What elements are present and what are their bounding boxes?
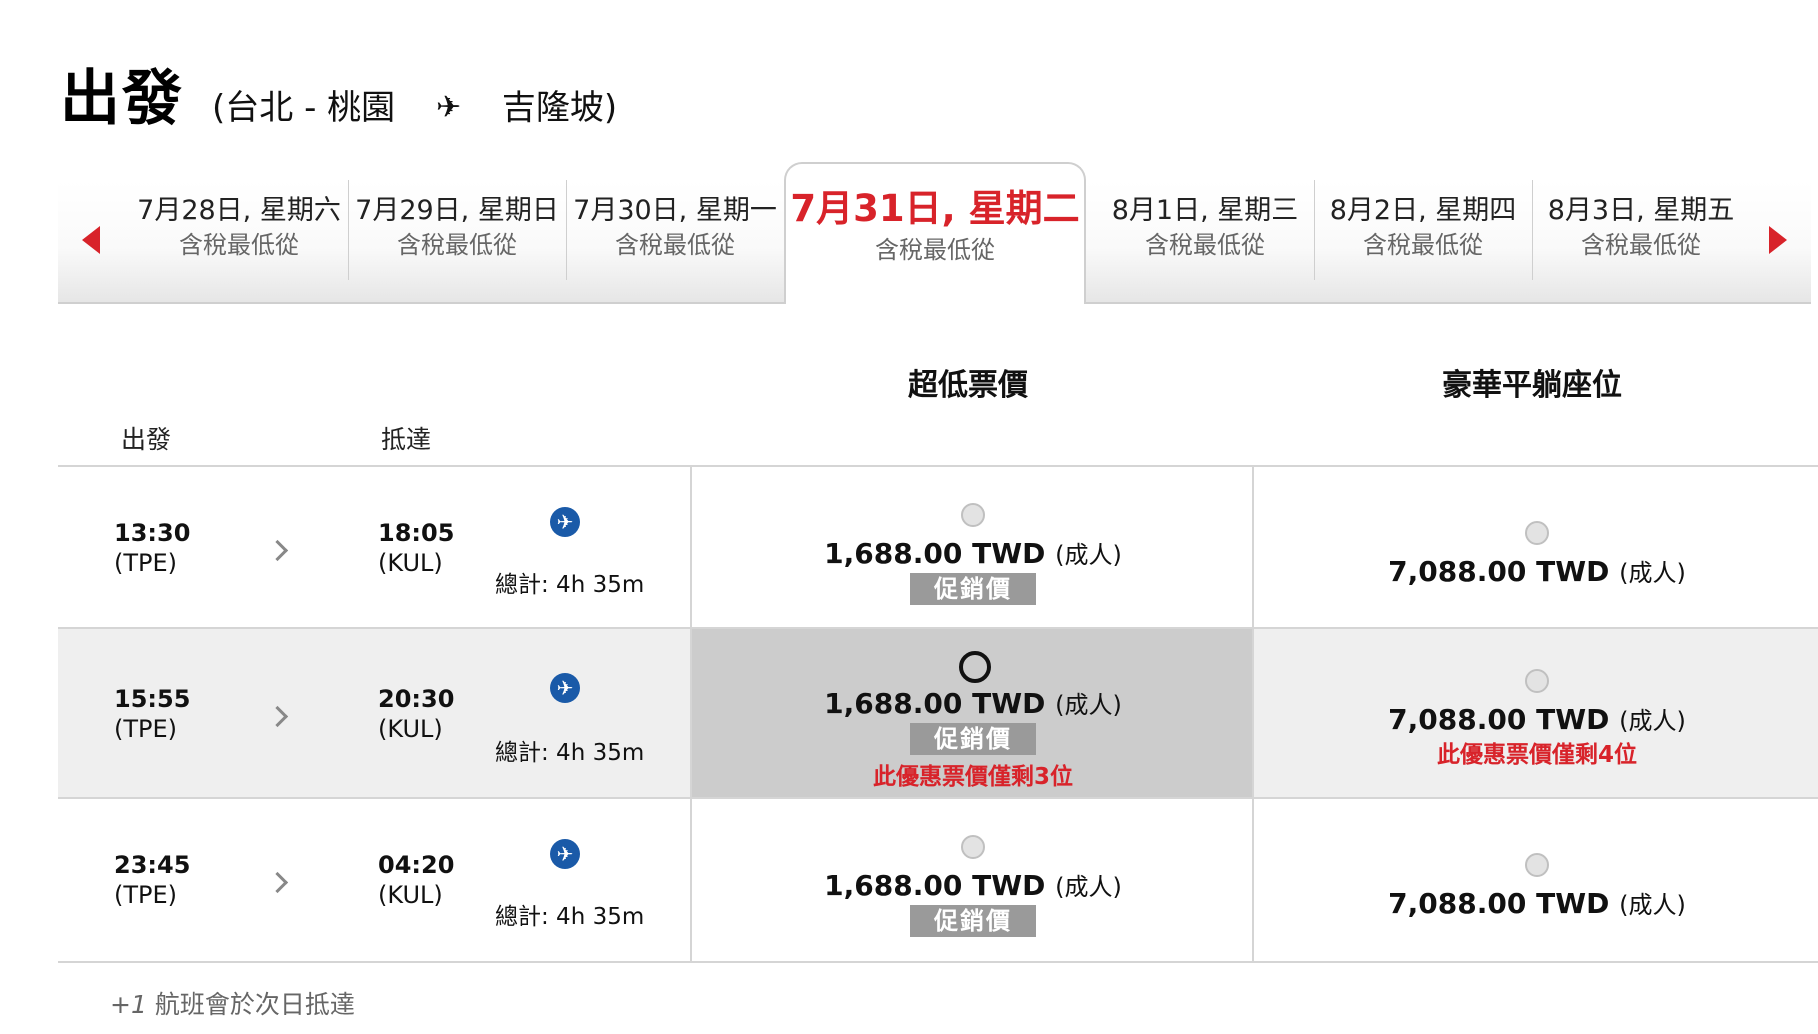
date-tab-1[interactable]: 7月28日, 星期六 含稅最低從 — [130, 180, 349, 280]
fare-passenger-type: (成人) — [1055, 541, 1122, 569]
date-tab-6[interactable]: 8月2日, 星期四 含稅最低從 — [1314, 180, 1533, 280]
date-tab-5[interactable]: 8月1日, 星期三 含稅最低從 — [1096, 180, 1315, 280]
fare-radio-button[interactable] — [961, 503, 985, 527]
fare-column-premium-flatbed: 豪華平躺座位 — [1442, 368, 1622, 403]
fare-column-economy: 超低票價 — [908, 368, 1028, 403]
column-depart: 出發 — [121, 425, 172, 454]
seats-left-notice: 此優惠票價僅剩4位 — [1436, 742, 1637, 768]
date-selector: 7月28日, 星期六 含稅最低從 7月29日, 星期日 含稅最低從 7月30日,… — [58, 162, 1811, 304]
fare-cell-premium[interactable]: 7,088.00 TWD (成人) — [1252, 799, 1818, 961]
date-tab-date: 7月30日, 星期一 — [573, 195, 777, 226]
flight-row: 13:30 (TPE) 18:05 (KUL) ✈ 總計: 4h 35m 1,6… — [58, 465, 1818, 629]
chevron-right-icon — [266, 871, 289, 894]
date-tab-selected[interactable]: 7月31日, 星期二 含稅最低從 — [784, 162, 1086, 304]
departure-airport: (TPE) — [114, 549, 178, 577]
date-tab-date: 7月28日, 星期六 — [137, 195, 341, 226]
flight-info: 15:55 (TPE) 20:30 (KUL) ✈ 總計: 4h 35m — [58, 629, 690, 799]
date-tab-subtitle: 含稅最低從 — [875, 236, 995, 264]
departure-time: 15:55 — [114, 685, 191, 713]
fare-amount: 1,688.00 TWD — [824, 687, 1046, 720]
date-tab-2[interactable]: 7月29日, 星期日 含稅最低從 — [348, 180, 567, 280]
date-tab-date: 7月29日, 星期日 — [355, 195, 559, 226]
fare-amount: 7,088.00 TWD — [1388, 887, 1610, 920]
next-dates-arrow-icon[interactable] — [1769, 226, 1787, 254]
fare-passenger-type: (成人) — [1055, 873, 1122, 901]
date-tab-subtitle: 含稅最低從 — [1363, 231, 1483, 259]
column-arrive: 抵達 — [381, 425, 432, 454]
promo-badge: 促銷價 — [910, 573, 1036, 605]
fare-passenger-type: (成人) — [1619, 559, 1686, 587]
fare-price: 7,088.00 TWD (成人) — [1254, 553, 1818, 588]
arrival-time: 20:30 — [378, 685, 455, 713]
arrival-airport: (KUL) — [378, 881, 443, 909]
flight-duration: 總計: 4h 35m — [495, 572, 645, 598]
previous-dates-arrow-icon[interactable] — [82, 226, 100, 254]
fare-price: 1,688.00 TWD (成人) — [692, 535, 1254, 570]
fare-cell-economy[interactable]: 1,688.00 TWD (成人) 促銷價 此優惠票價僅剩3位 — [690, 629, 1254, 799]
flight-info: 13:30 (TPE) 18:05 (KUL) ✈ 總計: 4h 35m — [58, 467, 690, 629]
seats-left-notice: 此優惠票價僅剩3位 — [872, 764, 1073, 790]
airline-logo-icon: ✈ — [550, 673, 580, 703]
flight-duration: 總計: 4h 35m — [495, 740, 645, 766]
fare-radio-button[interactable] — [1525, 853, 1549, 877]
fare-price: 1,688.00 TWD (成人) — [692, 867, 1254, 902]
fare-amount: 7,088.00 TWD — [1388, 703, 1610, 736]
fare-cell-premium[interactable]: 7,088.00 TWD (成人) 此優惠票價僅剩4位 — [1252, 629, 1818, 799]
fare-passenger-type: (成人) — [1619, 707, 1686, 735]
promo-badge: 促銷價 — [910, 905, 1036, 937]
fare-cell-economy[interactable]: 1,688.00 TWD (成人) 促銷價 — [690, 799, 1254, 961]
route-destination: 吉隆坡) — [501, 88, 618, 128]
next-day-mark: +1 — [110, 990, 147, 1019]
departure-time: 23:45 — [114, 851, 191, 879]
date-tab-3[interactable]: 7月30日, 星期一 含稅最低從 — [566, 180, 785, 280]
date-tab-date: 8月3日, 星期五 — [1547, 195, 1735, 226]
fare-cell-economy[interactable]: 1,688.00 TWD (成人) 促銷價 — [690, 467, 1254, 629]
fare-radio-button[interactable] — [959, 651, 991, 683]
page-title: 出發 — [60, 64, 184, 134]
fare-passenger-type: (成人) — [1619, 891, 1686, 919]
chevron-right-icon — [266, 539, 289, 562]
date-tab-subtitle: 含稅最低從 — [1145, 231, 1265, 259]
arrival-airport: (KUL) — [378, 715, 443, 743]
date-tab-subtitle: 含稅最低從 — [1581, 231, 1701, 259]
fare-cell-premium[interactable]: 7,088.00 TWD (成人) — [1252, 467, 1818, 629]
fare-passenger-type: (成人) — [1055, 691, 1122, 719]
date-tab-subtitle: 含稅最低從 — [615, 231, 735, 259]
page-header: 出發 (台北 - 桃園 ✈ 吉隆坡) — [60, 50, 617, 137]
airline-logo-icon: ✈ — [550, 507, 580, 537]
fare-price: 7,088.00 TWD (成人) — [1254, 885, 1818, 920]
departure-airport: (TPE) — [114, 715, 178, 743]
promo-badge: 促銷價 — [910, 723, 1036, 755]
arrival-airport: (KUL) — [378, 549, 443, 577]
fare-radio-button[interactable] — [1525, 669, 1549, 693]
flight-row: 23:45 (TPE) 04:20 (KUL) ✈ 總計: 4h 35m 1,6… — [58, 797, 1818, 963]
departure-time: 13:30 — [114, 519, 191, 547]
arrival-time: 04:20 — [378, 851, 455, 879]
fare-radio-button[interactable] — [1525, 521, 1549, 545]
departure-airport: (TPE) — [114, 881, 178, 909]
fare-amount: 1,688.00 TWD — [824, 869, 1046, 902]
plane-icon: ✈ — [435, 90, 462, 125]
airline-logo-icon: ✈ — [550, 839, 580, 869]
date-tab-subtitle: 含稅最低從 — [397, 231, 517, 259]
fare-amount: 7,088.00 TWD — [1388, 555, 1610, 588]
arrival-time: 18:05 — [378, 519, 455, 547]
next-day-arrival-note: +1 航班會於次日抵達 — [110, 985, 355, 1021]
date-tab-subtitle: 含稅最低從 — [179, 231, 299, 259]
chevron-right-icon — [266, 705, 289, 728]
route-origin: (台北 - 桃園 — [212, 88, 396, 128]
flight-row: 15:55 (TPE) 20:30 (KUL) ✈ 總計: 4h 35m 1,6… — [58, 627, 1818, 799]
date-tab-date: 8月2日, 星期四 — [1329, 195, 1517, 226]
next-day-text: 航班會於次日抵達 — [154, 990, 355, 1019]
fare-radio-button[interactable] — [961, 835, 985, 859]
fare-price: 1,688.00 TWD (成人) — [692, 685, 1254, 720]
date-tab-date: 7月31日, 星期二 — [790, 187, 1080, 230]
fare-price: 7,088.00 TWD (成人) — [1254, 701, 1818, 736]
flight-duration: 總計: 4h 35m — [495, 904, 645, 930]
date-tab-date: 8月1日, 星期三 — [1111, 195, 1299, 226]
date-tab-7[interactable]: 8月3日, 星期五 含稅最低從 — [1532, 180, 1750, 280]
flight-info: 23:45 (TPE) 04:20 (KUL) ✈ 總計: 4h 35m — [58, 799, 690, 961]
route-summary: (台北 - 桃園 ✈ 吉隆坡) — [212, 80, 617, 129]
fare-amount: 1,688.00 TWD — [824, 537, 1046, 570]
